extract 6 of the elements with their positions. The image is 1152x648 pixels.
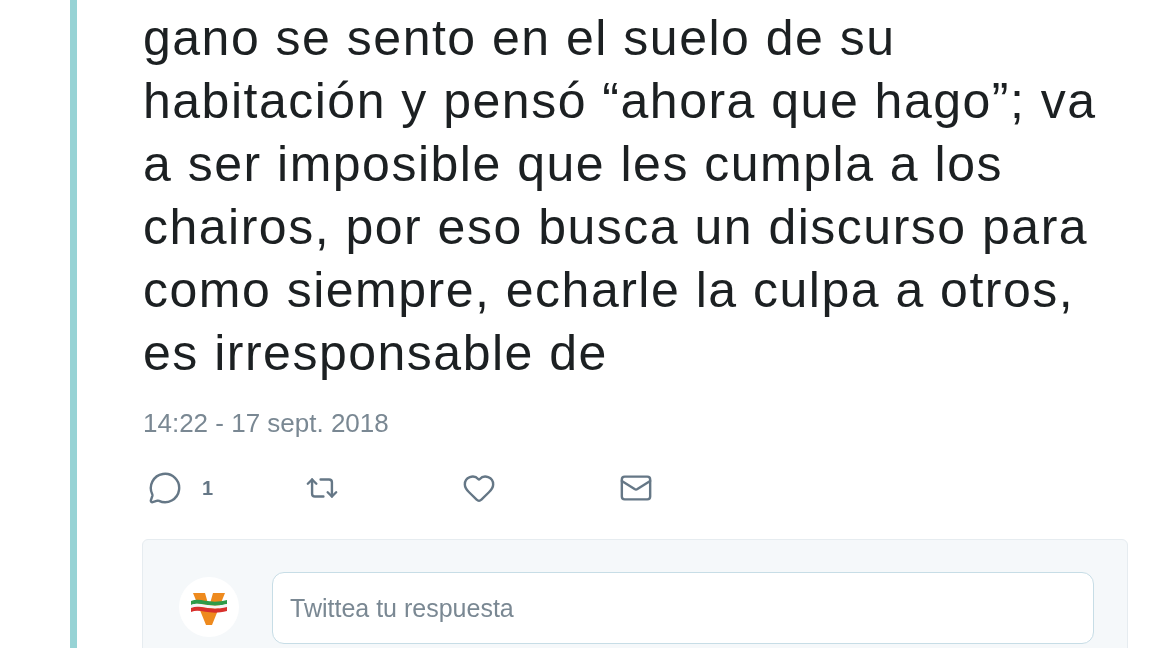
reply-count: 1 xyxy=(202,476,214,501)
v-logo-icon xyxy=(179,577,239,637)
reply-input[interactable]: Twittea tu respuesta xyxy=(272,572,1094,644)
reply-icon[interactable] xyxy=(148,471,182,505)
tweet-timestamp: 14:22 - 17 sept. 2018 xyxy=(143,407,389,439)
tweet-text: gano se sento en el suelo de su habitación y pensó “ahora que hago”; va a ser imposible que les cumpla a los chairos, por eso busca un discurso para como siempre, echarle la culpa a otros, es irresponsable de xyxy=(143,9,1098,383)
